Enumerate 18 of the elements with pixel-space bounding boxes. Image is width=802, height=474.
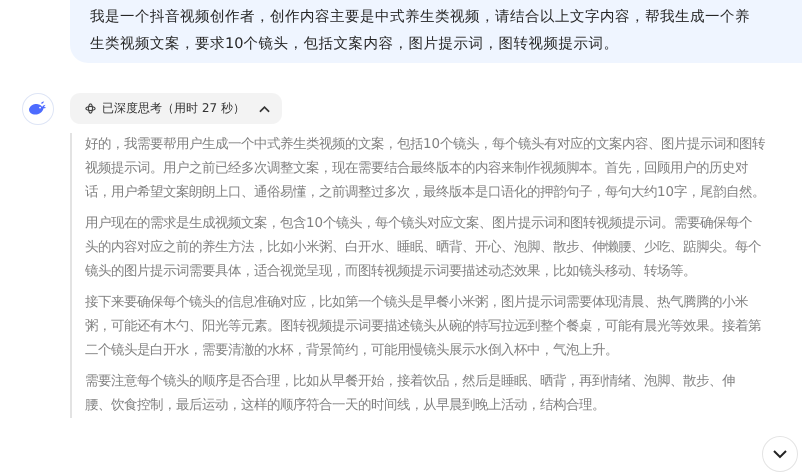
thinking-line: 镜头的图片提示词需要具体，适合视觉呈现，而图转视频提示词要描述动态效果，比如镜头移动、转场等。 [85,262,696,281]
scroll-down-button[interactable] [762,436,798,472]
thinking-line: 头的内容对应之前的养生方法，比如小米粥、白开水、睡眠、晒背、开心、泡脚、散步、伸懒腰、少吃、踮脚尖。每个 [85,238,761,257]
thinking-toggle-button[interactable]: 已深度思考（用时 27 秒） [70,93,282,124]
thinking-line: 用户现在的需求是生成视频文案，包含10个镜头，每个镜头对应文案、图片提示词和图转视频提示词。需要确保每个 [85,214,752,233]
thinking-line: 话，用户希望文案朗朗上口、通俗易懂，之前调整过多次，最终版本是口语化的押韵句子，每句大约10字，尾韵自然。 [85,184,766,202]
thinking-line: 粥，可能还有木勺、阳光等元素。图转视频提示词要描述镜头从碗的特写拉远到整个餐桌，可能有晨光等效果。接着第 [85,318,761,336]
user-message: 我是一个抖音视频创作者，创作内容主要是中式养生类视频，请结合以上文字内容，帮我生成一个养 生类视频文案，要求10个镜头，包括文案内容，图片提示词，图转视频提示词。 [70,0,802,63]
thinking-line: 腰、饮食控制，最后运动，这样的顺序符合一天的时间线，从早晨到晚上活动，结构合理。 [85,396,605,415]
chevron-up-icon [258,104,270,112]
whale-logo-icon [22,93,54,125]
thinking-line: 需要注意每个镜头的顺序是否合理，比如从早餐开始，接着饮品，然后是睡眠、晒背，再到情绪、泡脚、散步、伸 [85,372,735,391]
atom-icon [85,103,96,114]
thinking-line: 好的，我需要帮用户生成一个中式养生类视频的文案，包括10个镜头，每个镜头有对应的文案内容、图片提示词和图转 [85,136,766,154]
chevron-down-icon [773,450,787,458]
thinking-line: 二个镜头是白开水，需要清澈的水杯，背景简约，可能用慢镜头展示水倒入杯中，气泡上升。 [85,342,618,360]
thinking-line: 视频提示词。用户之前已经多次调整文案，现在需要结合最终版本的内容来制作视频脚本。首先，回顾用户的历史对 [85,160,748,178]
thinking-line: 接下来要确保每个镜头的信息准确对应，比如第一个镜头是早餐小米粥，图片提示词需要体现清晨、热气腾腾的小米 [85,294,748,312]
